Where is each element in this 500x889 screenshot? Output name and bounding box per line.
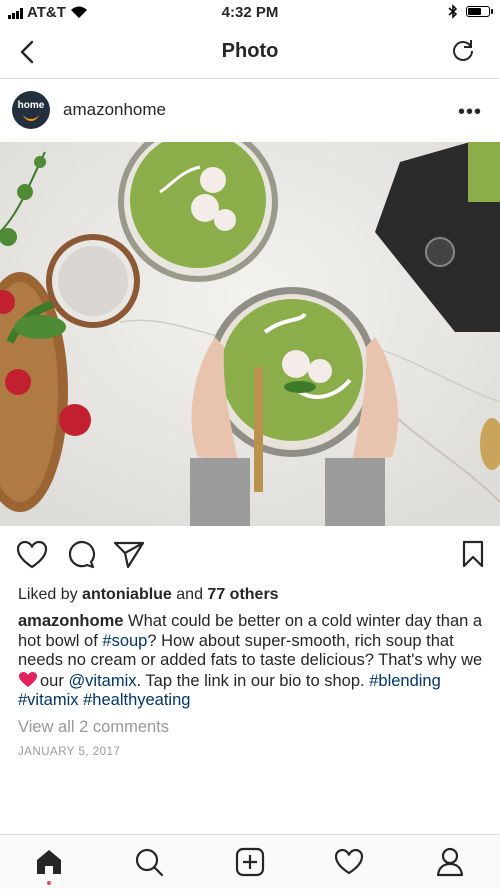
- bluetooth-icon: [448, 4, 458, 19]
- status-time: 4:32 PM: [221, 4, 279, 21]
- new-post-icon[interactable]: [235, 847, 265, 877]
- amazon-smile-icon: [23, 113, 39, 121]
- post-actions: [0, 526, 500, 584]
- bottom-tab-bar: [0, 834, 500, 889]
- soup-photo-illustration: [0, 142, 500, 526]
- hashtag-link[interactable]: #soup: [102, 632, 147, 650]
- caption-username[interactable]: amazonhome: [18, 612, 123, 630]
- caption-text: our: [40, 671, 69, 690]
- avatar[interactable]: home: [12, 91, 50, 129]
- hashtag-link[interactable]: #healthyeating: [83, 691, 190, 709]
- post-photo[interactable]: [0, 142, 500, 526]
- likes-prefix: Liked by: [18, 586, 83, 603]
- refresh-icon[interactable]: [450, 38, 476, 64]
- search-icon[interactable]: [134, 847, 164, 877]
- mention-link[interactable]: @vitamix: [68, 672, 136, 690]
- post-caption: amazonhome What could be better on a col…: [18, 612, 486, 711]
- view-comments-link[interactable]: View all 2 comments: [18, 718, 169, 737]
- hashtag-link[interactable]: #blending: [369, 672, 441, 690]
- avatar-text: home: [17, 100, 45, 111]
- more-options-icon[interactable]: •••: [458, 101, 482, 124]
- activity-heart-icon[interactable]: [334, 847, 364, 877]
- notification-dot: [47, 881, 51, 885]
- likes-summary[interactable]: Liked by antoniablue and 77 others: [18, 586, 279, 604]
- red-heart-emoji-icon: [19, 671, 37, 687]
- liked-by-user[interactable]: antoniablue: [82, 586, 172, 603]
- post-date: JANUARY 5, 2017: [18, 746, 121, 758]
- comment-icon[interactable]: [66, 540, 96, 570]
- page-title: Photo: [221, 40, 279, 62]
- like-heart-icon[interactable]: [16, 540, 48, 570]
- caption-text: . Tap the link in our bio to shop.: [136, 671, 370, 690]
- profile-icon[interactable]: [435, 847, 465, 877]
- home-icon[interactable]: [34, 847, 64, 877]
- hashtag-link[interactable]: #vitamix: [18, 691, 79, 709]
- likes-and: and: [171, 586, 208, 603]
- post-header: home amazonhome •••: [0, 79, 500, 142]
- post-username[interactable]: amazonhome: [63, 100, 166, 120]
- status-bar: AT&T 4:32 PM: [0, 0, 500, 26]
- nav-bar: Photo: [0, 26, 500, 79]
- bookmark-icon[interactable]: [462, 540, 484, 568]
- battery-icon: [466, 6, 493, 17]
- liked-by-others[interactable]: 77 others: [207, 586, 278, 603]
- share-direct-icon[interactable]: [113, 540, 145, 570]
